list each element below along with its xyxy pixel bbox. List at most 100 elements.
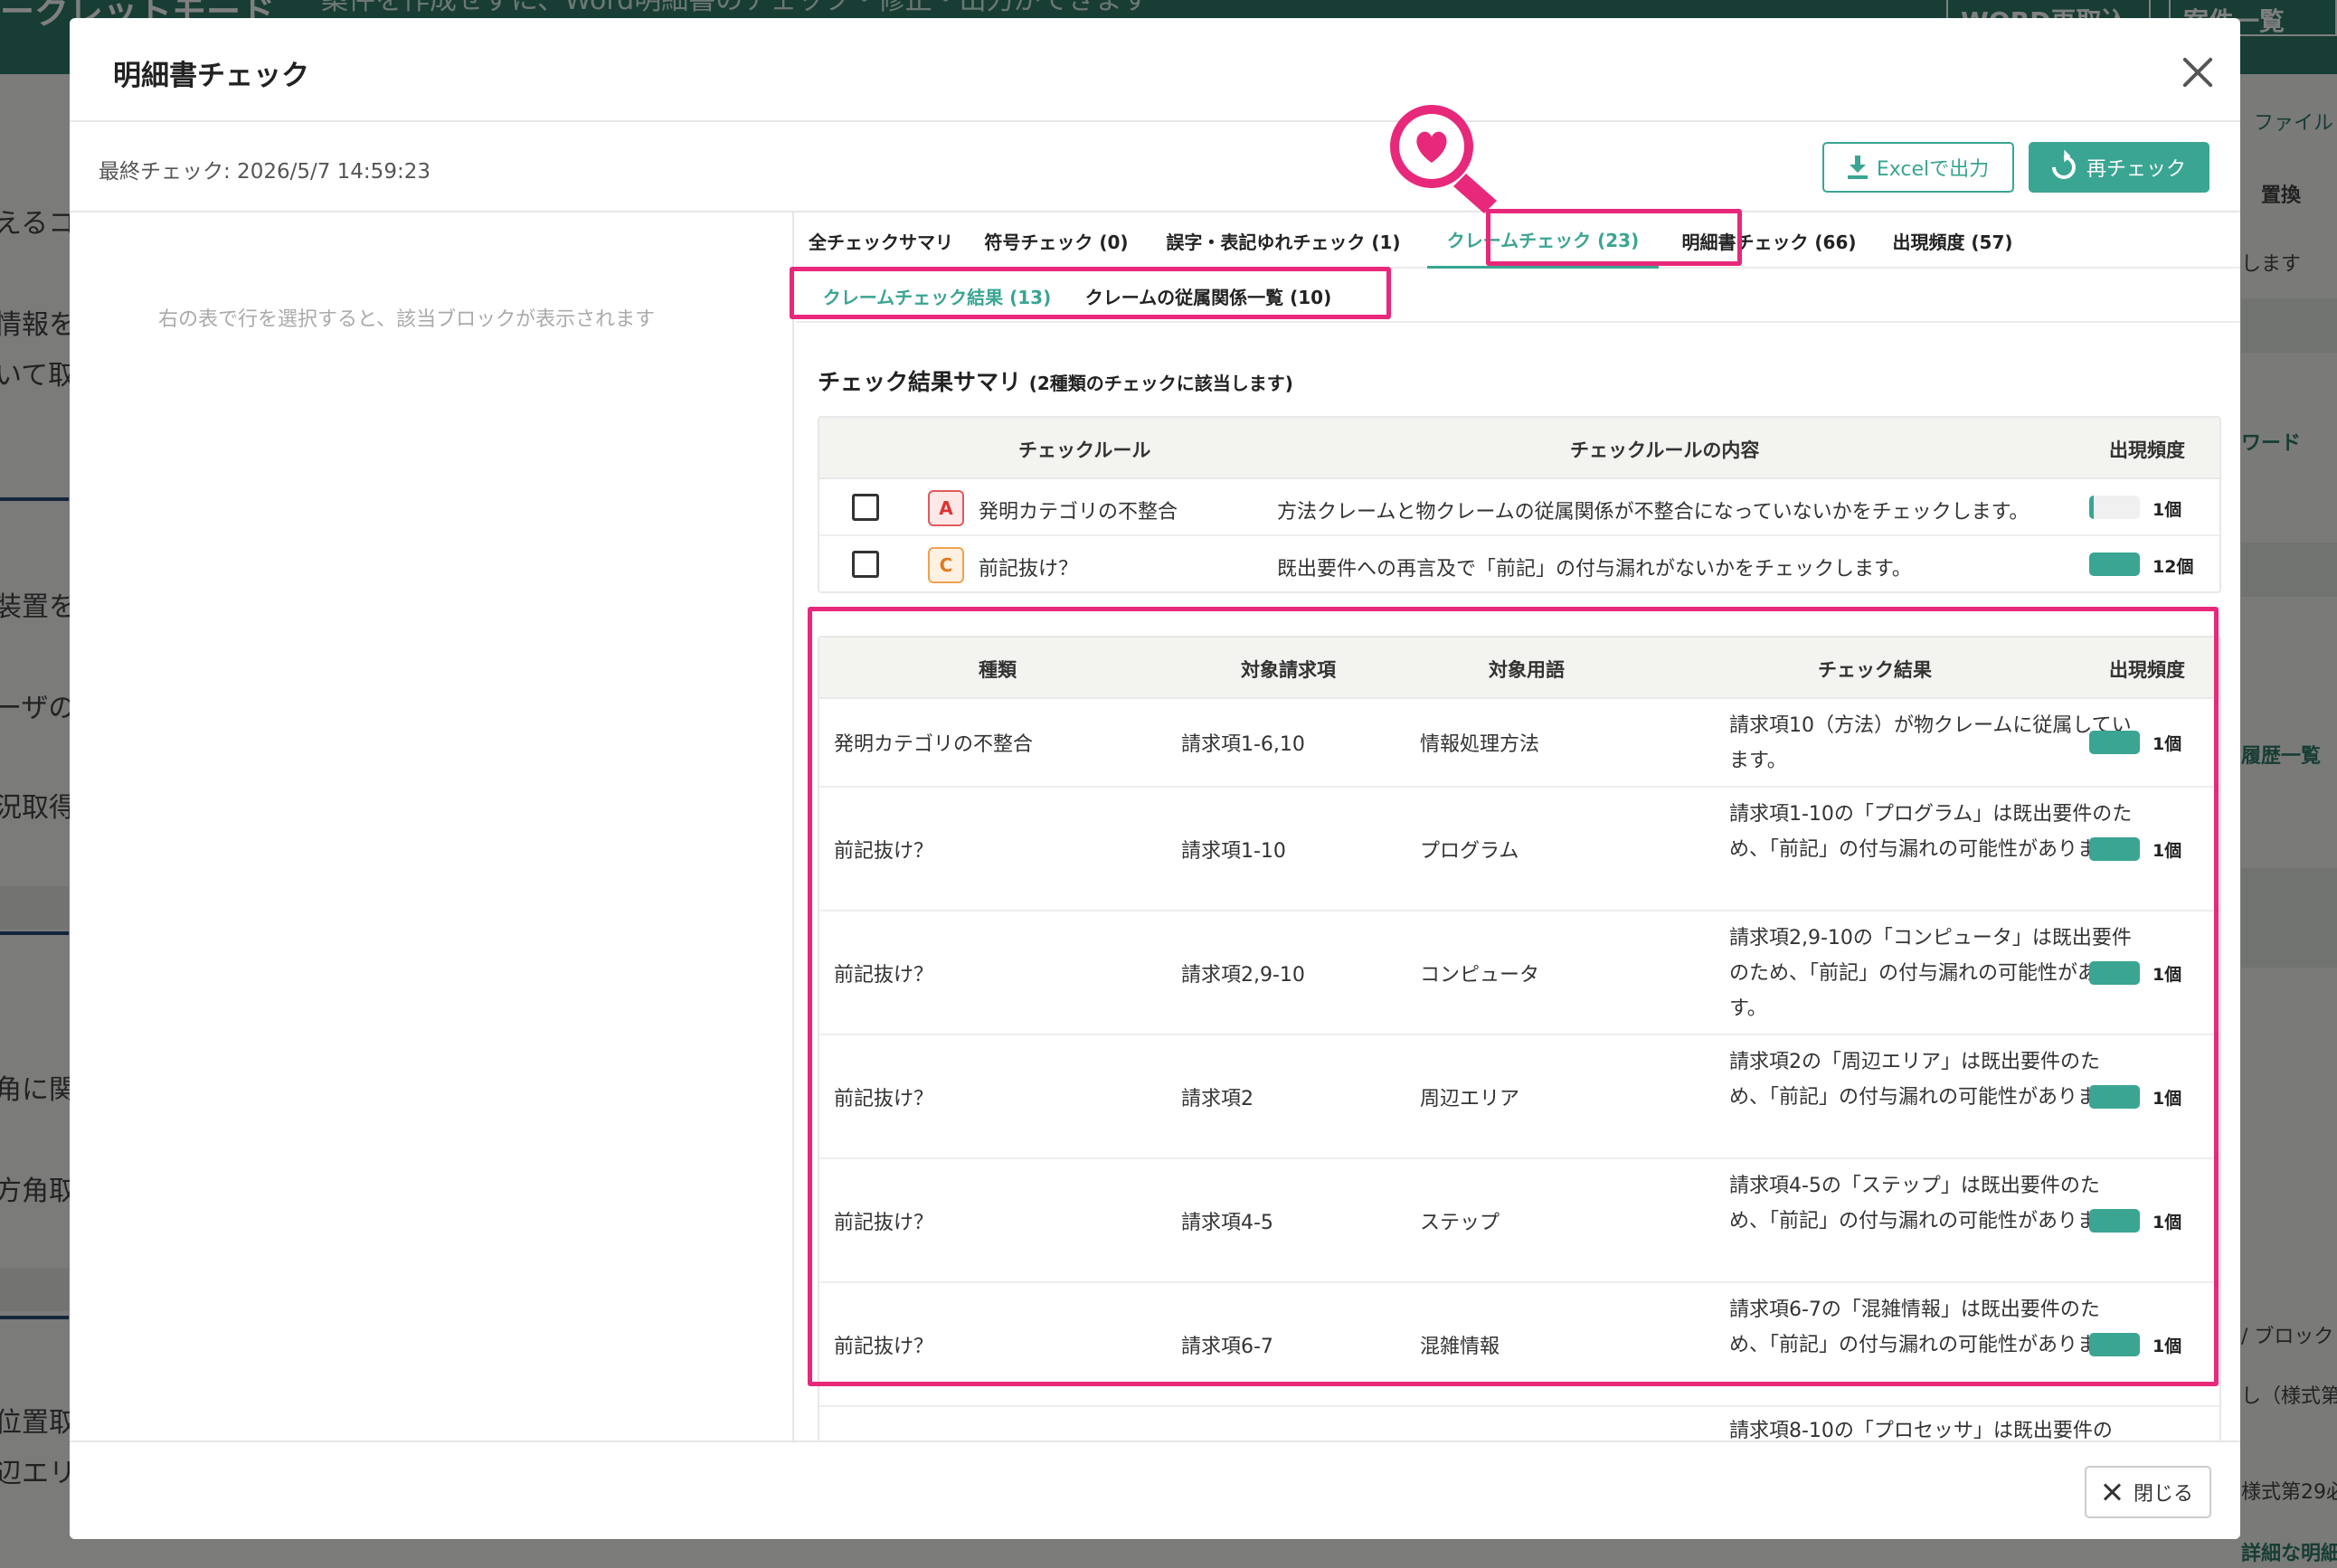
frequency-count: 1個 [2152, 965, 2182, 985]
excel-export-button[interactable]: Excelで出力 [1822, 142, 2014, 193]
summary-note: (2種類のチェックに該当します) [1028, 373, 1293, 394]
col-header-rule: チェックルール [1018, 439, 1151, 461]
cell-result: 請求項6-7の「混雑情報」は既出要件のため、「前記」の付与漏れの可能性があります… [1729, 1299, 2135, 1356]
excel-export-label: Excelで出力 [1876, 158, 1990, 181]
rule-name: 発明カテゴリの不整合 [979, 501, 1178, 524]
summary-title-text: チェック結果サマリ [818, 369, 1022, 395]
heart-pin-icon [1390, 105, 1497, 213]
frequency-count: 1個 [2152, 1089, 2182, 1109]
table-row[interactable]: 前記抜け？ 請求項6-7 混雑情報 請求項6-7の「混雑情報」は既出要件のため、… [819, 1283, 2219, 1407]
refresh-icon [2047, 150, 2081, 184]
frequency-bar [2089, 837, 2140, 861]
cell-claim: 請求項4-5 [1181, 1212, 1273, 1234]
severity-badge: C [928, 547, 964, 583]
frequency-count: 1個 [2152, 841, 2182, 861]
table-row[interactable]: 請求項8-10の「プロセッサ」は既出要件の [819, 1407, 2219, 1440]
subtab-claim-dependency[interactable]: クレームの従属関係一覧 (10) [1073, 269, 1344, 323]
rule-checkbox[interactable] [852, 551, 879, 578]
cell-kind: 前記抜け？ [834, 840, 934, 863]
cell-claim: 請求項2 [1181, 1088, 1254, 1110]
tab-typo-check[interactable]: 誤字・表記ゆれチェック (1) [1152, 213, 1414, 269]
cell-result: 請求項8-10の「プロセッサ」は既出要件の [1729, 1420, 2113, 1440]
tab-frequency[interactable]: 出現頻度 (57) [1878, 213, 2028, 269]
results-pane: 全チェックサマリ 符号チェック (0) 誤字・表記ゆれチェック (1) クレーム… [796, 213, 2240, 1440]
frequency-bar [2089, 961, 2140, 985]
cell-term: 情報処理方法 [1420, 733, 1540, 756]
cell-kind: 前記抜け？ [834, 1212, 934, 1234]
rule-checkbox[interactable] [852, 494, 879, 521]
cell-term: 周辺エリア [1420, 1088, 1520, 1110]
last-check-timestamp: 最終チェック: 2026/5/7 14:59:23 [99, 160, 430, 184]
frequency-count: 1個 [2152, 500, 2182, 520]
cell-result: 請求項2の「周辺エリア」は既出要件のため、「前記」の付与漏れの可能性があります。 [1729, 1051, 2135, 1109]
cell-kind: 前記抜け？ [834, 1088, 934, 1110]
cell-claim: 請求項6-7 [1181, 1336, 1273, 1358]
tab-spec-check[interactable]: 明細書チェック (66) [1671, 213, 1867, 269]
download-icon [1847, 156, 1868, 179]
table-row[interactable]: 前記抜け？ 請求項2,9-10 コンピュータ 請求項2,9-10の「コンピュータ… [819, 912, 2219, 1035]
col-header-freq: 出現頻度 [2109, 439, 2185, 461]
close-button[interactable]: 閉じる [2085, 1466, 2211, 1518]
col-header-freq: 出現頻度 [2109, 659, 2185, 681]
subtab-claim-results[interactable]: クレームチェック結果 (13) [801, 269, 1073, 323]
frequency-bar [2089, 1085, 2140, 1109]
cell-kind: 前記抜け？ [834, 1336, 934, 1358]
summary-table-header: チェックルール チェックルールの内容 出現頻度 [819, 418, 2219, 479]
frequency-count: 12個 [2152, 557, 2194, 577]
rule-name: 前記抜け？ [979, 558, 1079, 581]
col-header-content: チェックルールの内容 [1570, 439, 1760, 461]
cell-result: 請求項4-5の「ステップ」は既出要件のため、「前記」の付与漏れの可能性があります… [1729, 1175, 2135, 1233]
summary-title: チェック結果サマリ (2種類のチェックに該当します) [818, 364, 1293, 397]
frequency-bar [2089, 553, 2140, 576]
col-header-claim: 対象請求項 [1241, 659, 1336, 681]
tab-reference-check[interactable]: 符号チェック (0) [973, 213, 1140, 269]
spec-check-modal: 明細書チェック 最終チェック: 2026/5/7 14:59:23 Excelで… [70, 18, 2240, 1539]
block-preview-pane: 右の表で行を選択すると、該当ブロックが表示されます [70, 213, 794, 1440]
close-icon[interactable] [2175, 51, 2220, 96]
check-tabs: 全チェックサマリ 符号チェック (0) 誤字・表記ゆれチェック (1) クレーム… [796, 213, 2240, 269]
severity-badge: A [928, 490, 964, 526]
cell-term: コンピュータ [1420, 964, 1540, 987]
results-table-header: 種類 対象請求項 対象用語 チェック結果 出現頻度 [819, 638, 2219, 699]
recheck-label: 再チェック [2086, 158, 2186, 181]
frequency-count: 1個 [2152, 734, 2182, 754]
tab-all-summary[interactable]: 全チェックサマリ [801, 213, 960, 269]
cell-term: 混雑情報 [1420, 1336, 1500, 1358]
table-row[interactable]: 前記抜け？ 請求項4-5 ステップ 請求項4-5の「ステップ」は既出要件のため、… [819, 1159, 2219, 1283]
summary-row[interactable]: C 前記抜け？ 既出要件への再言及で「前記」の付与漏れがないかをチェックします。… [819, 536, 2219, 593]
tab-claim-check[interactable]: クレームチェック (23) [1427, 213, 1659, 269]
table-row[interactable]: 発明カテゴリの不整合 請求項1-6,10 情報処理方法 請求項10（方法）が物ク… [819, 699, 2219, 788]
frequency-bar [2089, 1333, 2140, 1356]
close-button-label: 閉じる [2133, 1483, 2193, 1506]
frequency-count: 1個 [2152, 1213, 2182, 1233]
cell-result: 請求項10（方法）が物クレームに従属しています。 [1729, 714, 2132, 772]
col-header-term: 対象用語 [1489, 659, 1565, 681]
summary-table: チェックルール チェックルールの内容 出現頻度 A 発明カテゴリの不整合 方法ク… [818, 416, 2221, 593]
cell-result: 請求項1-10の「プログラム」は既出要件のため、「前記」の付与漏れの可能性があり… [1729, 803, 2135, 861]
claim-subtabs: クレームチェック結果 (13) クレームの従属関係一覧 (10) [796, 269, 2240, 323]
modal-toolbar: 最終チェック: 2026/5/7 14:59:23 Excelで出力 再チェック [70, 122, 2240, 213]
rule-description: 既出要件への再言及で「前記」の付与漏れがないかをチェックします。 [1277, 558, 1912, 581]
cell-kind: 発明カテゴリの不整合 [834, 733, 1034, 756]
cell-claim: 請求項2,9-10 [1181, 964, 1305, 987]
frequency-bar [2089, 731, 2140, 754]
rule-description: 方法クレームと物クレームの従属関係が不整合になっていないかをチェックします。 [1277, 501, 2030, 524]
col-header-kind: 種類 [979, 659, 1017, 681]
cell-claim: 請求項1-10 [1181, 840, 1286, 863]
close-icon [2103, 1483, 2121, 1501]
cell-term: プログラム [1420, 840, 1519, 863]
recheck-button[interactable]: 再チェック [2029, 142, 2209, 193]
table-row[interactable]: 前記抜け？ 請求項2 周辺エリア 請求項2の「周辺エリア」は既出要件のため、「前… [819, 1035, 2219, 1159]
table-row[interactable]: 前記抜け？ 請求項1-10 プログラム 請求項1-10の「プログラム」は既出要件… [819, 788, 2219, 912]
cell-term: ステップ [1420, 1212, 1500, 1234]
frequency-count: 1個 [2152, 1337, 2182, 1356]
col-header-result: チェック結果 [1818, 659, 1932, 681]
summary-row[interactable]: A 発明カテゴリの不整合 方法クレームと物クレームの従属関係が不整合になっていな… [819, 479, 2219, 536]
frequency-bar [2089, 1209, 2140, 1233]
cell-claim: 請求項1-6,10 [1181, 733, 1305, 756]
preview-hint: 右の表で行を選択すると、該当ブロックが表示されます [158, 308, 656, 331]
modal-footer: 閉じる [70, 1440, 2240, 1539]
modal-header: 明細書チェック [70, 18, 2240, 122]
results-table: 種類 対象請求項 対象用語 チェック結果 出現頻度 発明カテゴリの不整合 請求項… [818, 636, 2221, 1440]
modal-title: 明細書チェック [113, 60, 309, 92]
